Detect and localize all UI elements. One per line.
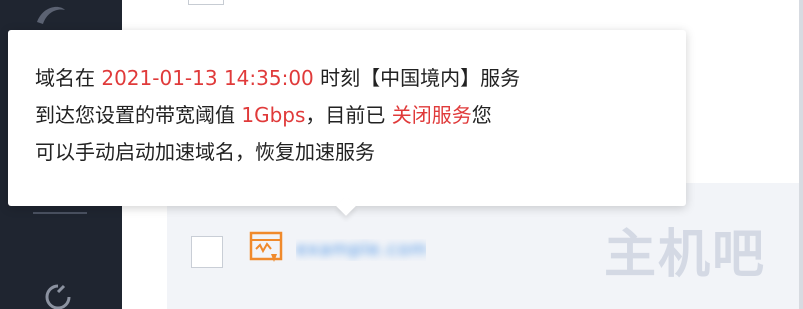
status-action: 关闭服务	[391, 103, 472, 127]
line1-suffix: 时刻【中国境内】服务	[313, 66, 521, 90]
bandwidth-threshold: 1Gbps	[241, 103, 306, 127]
watermark: 主机吧	[604, 224, 767, 285]
domain-link[interactable]: example.com	[296, 239, 426, 261]
nav-icon[interactable]	[42, 282, 74, 309]
tooltip-line-1: 域名在 2021-01-13 14:35:00 时刻【中国境内】服务	[35, 60, 675, 97]
line1-prefix: 域名在	[35, 66, 102, 90]
bandwidth-alert-tooltip: 域名在 2021-01-13 14:35:00 时刻【中国境内】服务 到达您设置…	[8, 30, 686, 216]
tooltip-line-3: 可以手动启动加速域名，恢复加速服务	[35, 140, 375, 164]
scrollbar-edge[interactable]	[799, 0, 803, 309]
server-icon	[249, 231, 283, 262]
row-checkbox[interactable]	[191, 236, 223, 268]
toolbar-stub	[188, 0, 224, 5]
line2-suffix: 您	[471, 103, 492, 127]
tooltip-line-2: 到达您设置的带宽阈值 1Gbps，目前已 关闭服务您	[35, 97, 675, 134]
line2-middle: ，目前已	[305, 103, 392, 127]
alert-timestamp: 2021-01-13 14:35:00	[101, 66, 314, 90]
logo-icon	[37, 6, 65, 24]
tooltip-message: 域名在 2021-01-13 14:35:00 时刻【中国境内】服务 到达您设置…	[35, 60, 675, 171]
sidebar-divider	[33, 212, 87, 214]
line2-prefix: 到达您设置的带宽阈值	[35, 103, 242, 127]
domain-text[interactable]: example.com	[296, 239, 426, 261]
